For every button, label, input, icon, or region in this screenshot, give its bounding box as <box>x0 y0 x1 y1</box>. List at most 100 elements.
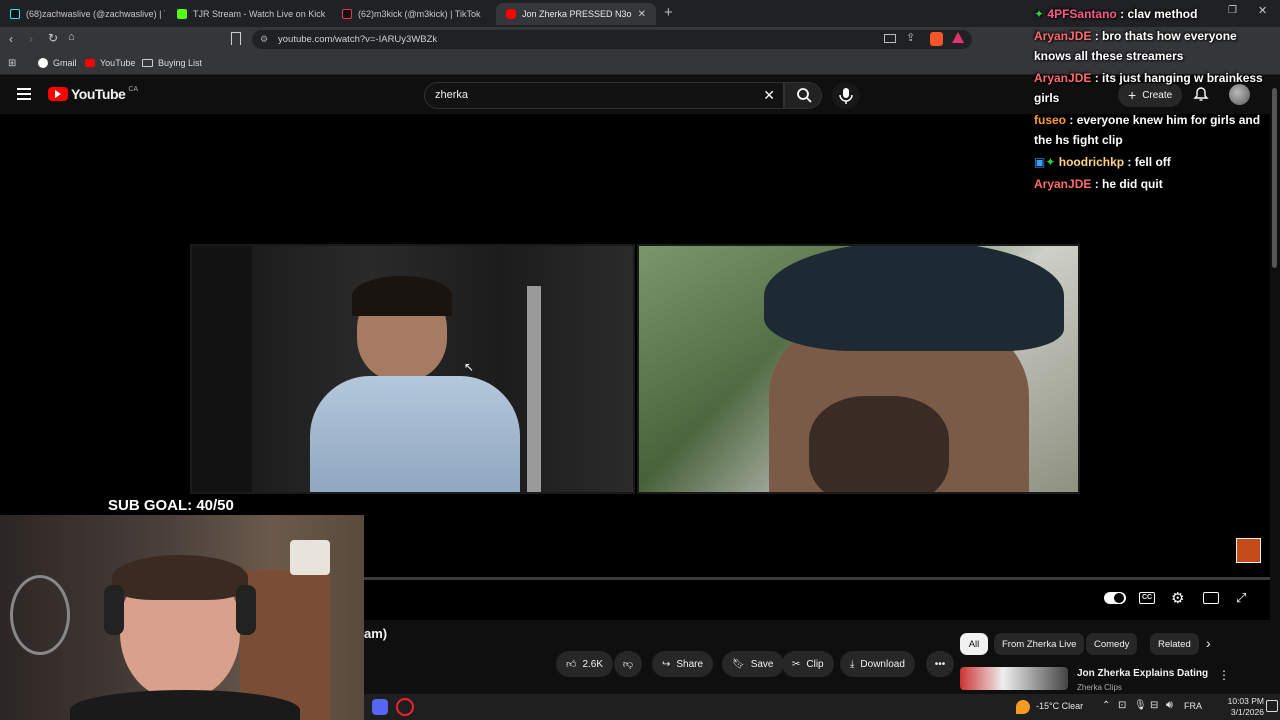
back-icon[interactable]: ‹ <box>9 32 13 46</box>
chat-message: AryanJDE : bro thats how everyone knows … <box>1034 29 1237 63</box>
cast-icon[interactable] <box>884 34 896 43</box>
chevron-right-icon[interactable]: › <box>1206 635 1211 651</box>
search-input[interactable]: zherka ✕ <box>424 82 784 109</box>
bookmark-gmail[interactable]: Gmail <box>38 58 77 68</box>
page-scrollbar[interactable] <box>1272 88 1277 268</box>
captions-icon[interactable]: CC <box>1139 592 1155 604</box>
dislike-button[interactable]: 👎︎ <box>614 651 642 677</box>
youtube-play-icon <box>48 87 68 101</box>
chat-message: ✦ 4PFSantano : clav method <box>1034 7 1198 21</box>
download-button[interactable]: ⤓ Download <box>840 651 915 677</box>
url-field[interactable]: ⚙ youtube.com/watch?v=-IARUy3WBZk <box>252 30 972 49</box>
mic-icon <box>839 88 853 104</box>
miniplayer-icon[interactable] <box>1203 592 1219 604</box>
more-horizontal-icon: ••• <box>934 658 946 670</box>
browser-tab[interactable]: TJR Stream - Watch Live on Kick <box>167 3 332 25</box>
browser-tab-active[interactable]: Jon Zherka PRESSED N3on Live ✕ <box>496 3 656 25</box>
tray-app-icon[interactable]: ⊡ <box>1118 700 1126 711</box>
chat-message: AryanJDE : he did quit <box>1034 177 1163 191</box>
reload-icon[interactable]: ↻ <box>48 31 58 45</box>
site-info-icon[interactable]: ⚙ <box>260 30 268 49</box>
tiktok-icon <box>342 9 352 19</box>
scissors-icon: ✂ <box>792 658 801 670</box>
streamer-hair <box>112 555 248 600</box>
video-frame-left <box>190 244 635 494</box>
clip-button[interactable]: ✂ Clip <box>782 651 834 677</box>
like-button[interactable]: 👍︎ 2.6K <box>556 651 614 677</box>
new-tab-icon[interactable]: + <box>664 4 673 21</box>
filter-chip-from-zherka-live[interactable]: From Zherka Live <box>994 633 1085 655</box>
thumbs-up-icon: 👍︎ <box>566 659 577 670</box>
cap <box>764 246 1064 351</box>
badge-icon: ✦ <box>1034 7 1045 21</box>
chat-message: ▣✦ hoodrichkp : fell off <box>1034 155 1171 169</box>
browser-tab[interactable]: (68)zachwaslive (@zachwaslive) | TikTok <box>0 3 165 25</box>
save-button[interactable]: 🔖︎ Save <box>722 651 784 677</box>
forward-icon[interactable]: › <box>29 32 33 46</box>
video-frame-right <box>637 244 1080 494</box>
mouse-cursor: ↖ <box>464 360 475 374</box>
filter-chip-comedy[interactable]: Comedy <box>1086 633 1138 655</box>
discord-icon[interactable] <box>372 699 388 715</box>
chat-message: fuseo : everyone knew him for girls and … <box>1034 113 1261 147</box>
autoplay-toggle[interactable] <box>1104 592 1126 604</box>
fullscreen-icon[interactable]: ⤢ <box>1236 590 1246 606</box>
backdrop <box>192 246 252 492</box>
microphone-tray-icon[interactable]: 🎙︎ <box>1134 700 1147 711</box>
search-button[interactable] <box>784 82 822 109</box>
more-actions-button[interactable]: ••• <box>926 651 954 677</box>
language-indicator[interactable]: FRA <box>1184 701 1202 711</box>
brave-shield-icon[interactable] <box>930 32 943 46</box>
bookmark-icon[interactable] <box>231 32 241 45</box>
share-icon: ↪ <box>662 658 671 670</box>
video-details: am) 👍︎ 2.6K 👎︎ ↪ Share 🔖︎ Save ✂ Clip ⤓ … <box>364 620 1280 692</box>
headphone-right <box>236 585 256 635</box>
jar <box>290 540 330 575</box>
youtube-logo[interactable]: YouTube CA <box>48 86 138 102</box>
headphone-left <box>104 585 124 635</box>
bookmark-youtube[interactable]: YouTube <box>85 58 135 68</box>
more-vertical-icon[interactable]: ⋮ <box>1218 668 1230 682</box>
browser-tab[interactable]: (62)m3kick (@m3kick) | TikTok <box>332 3 497 25</box>
weather-icon[interactable] <box>1016 700 1030 714</box>
recommended-thumbnail[interactable] <box>960 667 1068 690</box>
save-icon: 🔖︎ <box>732 658 745 670</box>
windows-taskbar: -15°C Clear ⌃ ⊡ 🎙︎ ⊟ 🔊︎ FRA 10:03 PM 3/1… <box>364 694 1280 720</box>
badge-icon: ▣ <box>1034 155 1046 169</box>
chat-message: AryanJDE : its just hanging w brainkess … <box>1034 71 1263 105</box>
folder-icon <box>142 59 153 67</box>
menu-icon[interactable] <box>17 88 31 100</box>
volume-icon[interactable]: 🔊︎ <box>1166 699 1173 712</box>
clock[interactable]: 10:03 PM 3/1/2026 <box>1220 696 1264 718</box>
person-shirt <box>310 376 520 492</box>
recommended-title[interactable]: Jon Zherka Explains Dating <box>1077 668 1208 679</box>
live-chat-overlay: ✦ 4PFSantano : clav method AryanJDE : br… <box>1034 4 1274 196</box>
share-page-icon[interactable]: ⇪ <box>906 31 915 44</box>
voice-search-button[interactable] <box>832 82 860 109</box>
bookmark-buying-list[interactable]: Buying List <box>142 58 202 68</box>
home-icon[interactable]: ⌂ <box>68 31 75 43</box>
filter-chip-all[interactable]: All <box>960 633 988 655</box>
settings-gear-icon[interactable]: ⚙ <box>1171 589 1184 607</box>
weather-text[interactable]: -15°C Clear <box>1036 701 1083 711</box>
clear-search-icon[interactable]: ✕ <box>763 83 775 108</box>
tray-chevron-icon[interactable]: ⌃ <box>1102 700 1110 711</box>
kick-icon <box>177 9 187 19</box>
apps-grid-icon[interactable]: ⊞ <box>8 58 16 69</box>
network-icon[interactable]: ⊟ <box>1150 700 1158 711</box>
crutch <box>527 286 541 492</box>
brave-rewards-icon[interactable] <box>952 32 964 43</box>
search-icon <box>797 88 812 103</box>
close-tab-icon[interactable]: ✕ <box>638 9 646 20</box>
filter-chip-related[interactable]: Related <box>1150 633 1199 655</box>
recommended-channel[interactable]: Zherka Clips <box>1077 683 1122 692</box>
share-button[interactable]: ↪ Share <box>652 651 714 677</box>
youtube-icon <box>85 59 95 67</box>
notification-center-icon[interactable] <box>1266 700 1278 712</box>
channel-watermark[interactable] <box>1236 538 1261 563</box>
beard <box>809 396 949 492</box>
fan <box>10 575 70 655</box>
streamer-webcam <box>0 515 364 720</box>
google-icon <box>38 58 48 68</box>
obs-icon[interactable] <box>396 698 414 716</box>
